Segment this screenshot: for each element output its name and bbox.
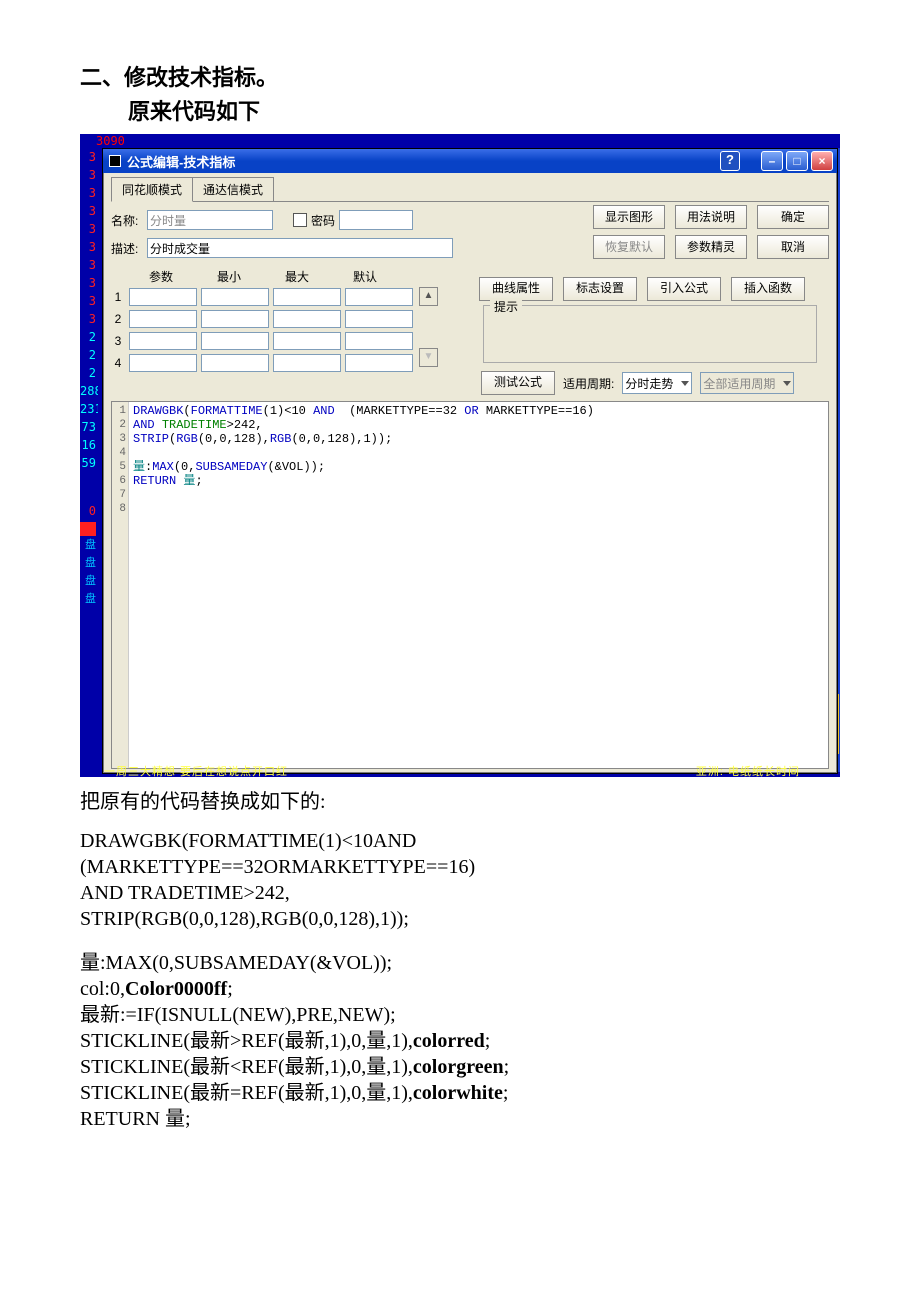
- bg-bottom-text-right: 亚洲: 电纸纸长时间: [696, 763, 800, 777]
- titlebar[interactable]: 公式编辑-技术指标 ? – □ ×: [103, 149, 837, 173]
- bg-bottom-text-left: 一周三大精想 要后在想说点开口红: [104, 763, 288, 777]
- param-spin-up[interactable]: ▲: [419, 287, 438, 306]
- param2-name[interactable]: [129, 310, 197, 328]
- screenshot-container: 3090 3 3 3 3 3 3 3 3 3 3 2 2 2 288 231 7…: [80, 134, 840, 777]
- line-gutter: 1 2 3 4 5 6 7 8: [112, 402, 129, 768]
- tab-tonghuashun[interactable]: 同花顺模式: [111, 177, 193, 202]
- formula-editor-dialog: 公式编辑-技术指标 ? – □ × 同花顺模式 通达信模式 名称:: [102, 148, 838, 774]
- desc-input[interactable]: [147, 238, 453, 258]
- bg-top-code: 3090: [96, 134, 125, 148]
- code-source[interactable]: DRAWGBK(FORMATTIME(1)<10 AND (MARKETTYPE…: [129, 402, 598, 768]
- param4-max[interactable]: [273, 354, 341, 372]
- replace-instruction: 把原有的代码替换成如下的:: [80, 785, 840, 814]
- insert-function-button[interactable]: 插入函数: [731, 277, 805, 301]
- param3-def[interactable]: [345, 332, 413, 350]
- tip-legend: 提示: [490, 298, 522, 315]
- param1-name[interactable]: [129, 288, 197, 306]
- ok-button[interactable]: 确定: [757, 205, 829, 229]
- param-wizard-button[interactable]: 参数精灵: [675, 235, 747, 259]
- param4-min[interactable]: [201, 354, 269, 372]
- app-icon: [109, 155, 121, 167]
- show-graph-button[interactable]: 显示图形: [593, 205, 665, 229]
- minimize-button[interactable]: –: [761, 151, 783, 171]
- param1-max[interactable]: [273, 288, 341, 306]
- period-select[interactable]: 分时走势: [622, 372, 692, 394]
- param4-name[interactable]: [129, 354, 197, 372]
- password-checkbox[interactable]: [293, 213, 307, 227]
- desc-label: 描述:: [111, 240, 147, 257]
- password-label: 密码: [311, 212, 335, 229]
- mode-tabs: 同花顺模式 通达信模式: [111, 179, 829, 202]
- param4-def[interactable]: [345, 354, 413, 372]
- window-title: 公式编辑-技术指标: [127, 152, 235, 171]
- param2-def[interactable]: [345, 310, 413, 328]
- section-heading: 二、修改技术指标。: [80, 60, 840, 92]
- param3-max[interactable]: [273, 332, 341, 350]
- tab-tongdaxin[interactable]: 通达信模式: [192, 177, 274, 201]
- param3-min[interactable]: [201, 332, 269, 350]
- name-label: 名称:: [111, 212, 147, 229]
- bg-red-box: [80, 522, 96, 536]
- new-code-block-2: 量:MAX(0,SUBSAMEDAY(&VOL)); col:0,Color00…: [80, 950, 840, 1132]
- new-code-block-1: DRAWGBK(FORMATTIME(1)<10AND (MARKETTYPE=…: [80, 828, 840, 932]
- param2-max[interactable]: [273, 310, 341, 328]
- import-formula-button[interactable]: 引入公式: [647, 277, 721, 301]
- usage-button[interactable]: 用法说明: [675, 205, 747, 229]
- close-button[interactable]: ×: [811, 151, 833, 171]
- maximize-button[interactable]: □: [786, 151, 808, 171]
- section-subheading: 原来代码如下: [128, 94, 840, 126]
- restore-default-button: 恢复默认: [593, 235, 665, 259]
- cancel-button[interactable]: 取消: [757, 235, 829, 259]
- param1-def[interactable]: [345, 288, 413, 306]
- param3-name[interactable]: [129, 332, 197, 350]
- bg-left-strip: 3 3 3 3 3 3 3 3 3 3 2 2 2 288 231 73 16 …: [80, 148, 98, 772]
- name-input[interactable]: [147, 210, 273, 230]
- test-formula-button[interactable]: 测试公式: [481, 371, 555, 395]
- param-spin-down[interactable]: ▼: [419, 348, 438, 367]
- code-editor[interactable]: 1 2 3 4 5 6 7 8 DRAWGBK(FORMATTIME(1)<10…: [111, 401, 829, 769]
- period-label: 适用周期:: [563, 375, 614, 392]
- param1-min[interactable]: [201, 288, 269, 306]
- help-icon[interactable]: ?: [720, 151, 740, 171]
- period-all-select: 全部适用周期: [700, 372, 794, 394]
- flag-settings-button[interactable]: 标志设置: [563, 277, 637, 301]
- param-grid: 1 2 3 4: [111, 287, 413, 373]
- password-input[interactable]: [339, 210, 413, 230]
- tip-groupbox: 提示: [483, 305, 817, 363]
- param2-min[interactable]: [201, 310, 269, 328]
